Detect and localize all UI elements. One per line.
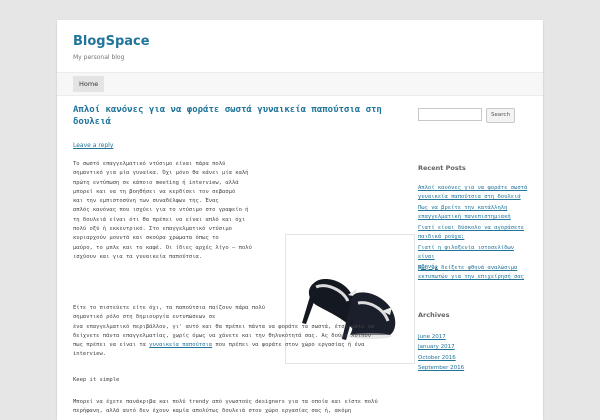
search-button[interactable]: Search bbox=[486, 108, 515, 123]
paragraph-line: πως πρέπει να είναι τα γυναικεία παπούτσ… bbox=[73, 341, 396, 350]
main-content: Απλοί κανόνες για να φοράτε σωστά γυναικ… bbox=[73, 104, 415, 414]
archive-link[interactable]: January 2017 bbox=[418, 344, 455, 350]
paragraph-line: σημαντικό ρόλο στη δημιουργία εντυπώσεων… bbox=[73, 314, 216, 321]
paragraph-line: τη δουλειά είναι ότι θα πρέπει να είναι … bbox=[73, 216, 246, 223]
recent-post-link[interactable]: Απλοί κανόνες για να φοράτε σωστά γυναικ… bbox=[418, 184, 530, 203]
archive-link[interactable]: September 2016 bbox=[418, 365, 464, 371]
paragraph-line: μαύρο, το μπλε και το καφέ. Οι ίδιες αρχ… bbox=[73, 244, 252, 251]
paragraph-text: πως πρέπει να είναι τα bbox=[73, 342, 150, 349]
recent-posts-title: Recent Posts bbox=[418, 164, 466, 172]
nav-item-home[interactable]: Home bbox=[73, 76, 105, 92]
link-line: παιδικά ρούχα; bbox=[418, 234, 465, 241]
post-paragraph-1: Το σωστό επαγγελματικό ντύσιμο είναι πάρ… bbox=[73, 160, 283, 262]
paragraph-line: ισχύουν και για τα γυναικεία παπούτσια. bbox=[73, 253, 203, 260]
paragraph-line: μπορεί και να τη βοηθήσει να κερδίσει το… bbox=[73, 188, 236, 195]
recent-post-link[interactable]: Γιατί είναι δύσκολο να αγοράσετε παιδικά… bbox=[418, 224, 530, 243]
paragraph-line: περήφανη, αλλά αυτό δεν έχουν καμία απολ… bbox=[73, 408, 352, 415]
archive-link[interactable]: June 2017 bbox=[418, 334, 446, 340]
archive-link[interactable]: October 2016 bbox=[418, 355, 456, 361]
link-line: επαγγελματική πανεπιστημιακή bbox=[418, 214, 511, 221]
leave-reply-link[interactable]: Leave a reply bbox=[73, 142, 396, 149]
link-line: Απλοί κανόνες για να φοράτε σωστά bbox=[418, 185, 528, 191]
recent-post-link[interactable]: Πως να δείξετε φθηνά αναλώσιμα εκτυπωτών… bbox=[418, 264, 530, 283]
paragraph-line: Το σωστό επαγγελματικό ντύσιμο είναι πάρ… bbox=[73, 161, 226, 167]
paragraph-line: Μπορεί να έχετε πανάκριβα και πολύ trend… bbox=[73, 399, 378, 405]
search-input[interactable] bbox=[418, 108, 482, 121]
paragraph-line: πολύ οξύ ή εκκεντρικό. Στο επαγγελματικό… bbox=[73, 226, 232, 233]
site-header: BlogSpace My personal blog bbox=[73, 34, 150, 61]
paragraph-line: σημαντικό για μία γυναίκα. Όχι μόνο θα κ… bbox=[73, 170, 249, 177]
link-line: εκτυπωτών για την επιχείρησή σας bbox=[418, 274, 524, 281]
paragraph-line: κυριαρχούν μουντά και σκούρα χρώματα όπω… bbox=[73, 235, 219, 242]
post-subheading: Keep it simple bbox=[73, 377, 120, 383]
paragraph-line: interview. bbox=[73, 351, 107, 358]
site-description: My personal blog bbox=[73, 54, 125, 61]
paragraph-text: που πρέπει να φοράτε στον χώρο εργασίας … bbox=[212, 342, 365, 349]
main-navigation: Home bbox=[57, 72, 543, 96]
site-title[interactable]: BlogSpace bbox=[73, 34, 150, 49]
paragraph-line: ένα επαγγελματικό περιβάλλον, γι' αυτό κ… bbox=[73, 323, 375, 330]
page-container: BlogSpace My personal blog Home Απλοί κα… bbox=[57, 20, 543, 420]
archives-title: Archives bbox=[418, 311, 450, 319]
shoes-inline-link[interactable]: γυναικεία παπούτσια bbox=[149, 342, 212, 348]
paragraph-line: δείχνετε πάντα επαγγελματίας, χωρίς όμως… bbox=[73, 332, 372, 339]
link-line: Γιατί η φιλοξενία ιστοσελίδων είναι bbox=[418, 245, 515, 261]
post-paragraph-3: Μπορεί να έχετε πανάκριβα και πολύ trend… bbox=[73, 398, 396, 417]
link-line: Γιατί είναι δύσκολο να αγοράσετε bbox=[418, 225, 524, 231]
recent-post-link[interactable]: Πως να βρείτε την κατάλληλη επαγγελματικ… bbox=[418, 204, 530, 223]
link-line: Πως να βρείτε την κατάλληλη bbox=[418, 205, 508, 211]
post-title[interactable]: Απλοί κανόνες για να φοράτε σωστά γυναικ… bbox=[73, 104, 396, 128]
link-line: γυναικεία παπούτσια στη δουλειά bbox=[418, 194, 521, 201]
paragraph-line: Είτε το πιστεύετε είτε όχι, τα παπούτσια… bbox=[73, 305, 266, 311]
link-line: Πως να δείξετε φθηνά αναλώσιμα bbox=[418, 265, 518, 271]
paragraph-line: και την εμπιστοσύνη των συναδέλφων της. … bbox=[73, 198, 219, 205]
paragraph-line: πρώτη εντύπωση σε κάποιο meeting ή inter… bbox=[73, 179, 239, 186]
post-paragraph-2: Είτε το πιστεύετε είτε όχι, τα παπούτσια… bbox=[73, 304, 396, 360]
paragraph-line: απλός κανόνας που ισχύει για το ντύσιμο … bbox=[73, 207, 249, 214]
